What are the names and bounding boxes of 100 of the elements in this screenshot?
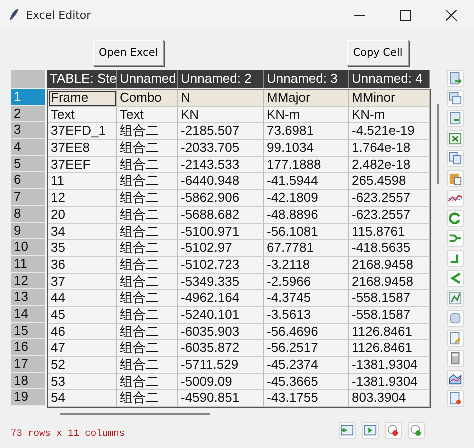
table-cell: -5711.529 (178, 357, 264, 374)
table-cell: 1126.8461 (349, 340, 430, 357)
table-cell: 67.7781 (264, 240, 349, 257)
table-cell: 2.482e-18 (349, 156, 430, 174)
row-index[interactable]: 19 (11, 389, 45, 406)
table-cell: -558.1587 (349, 306, 430, 324)
table-cell: -56.2517 (264, 340, 349, 357)
row-index[interactable]: 8 (11, 206, 45, 222)
table-cell: -5688.682 (178, 206, 264, 224)
table-cell: 47 (48, 340, 117, 357)
table-cell: -4.521e-19 (349, 123, 430, 140)
table-cell: -3.2118 (264, 256, 349, 274)
row-index[interactable]: 17 (11, 356, 45, 373)
table-cell: 组合二 (117, 256, 178, 274)
row-index[interactable]: 2 (11, 106, 45, 122)
row-index[interactable]: 13 (11, 289, 45, 306)
table-cell: 34 (48, 224, 117, 240)
open-excel-button[interactable]: Open Excel (93, 40, 164, 66)
table-cell: 177.1888 (264, 156, 349, 174)
column-header[interactable]: Unnamed: 4 (349, 70, 430, 88)
table-cell: 36 (48, 256, 117, 274)
row-index[interactable]: 12 (11, 272, 45, 290)
table-cell: -5100.971 (178, 224, 264, 240)
table-cell: -5240.101 (178, 306, 264, 324)
row-index[interactable]: 10 (11, 239, 45, 256)
table-cell: 73.6981 (264, 123, 349, 140)
row-index[interactable]: 7 (11, 189, 45, 206)
table-cell: 11 (48, 173, 117, 190)
table-cell: -5862.906 (178, 190, 264, 207)
table-cell: 37EE8 (48, 140, 117, 157)
table-cell: -1381.9304 (349, 374, 430, 390)
table-cell: -558.1587 (349, 290, 430, 307)
table-cell: 组合二 (117, 374, 178, 390)
table-cell: -418.5635 (349, 240, 430, 257)
table-cell: Combo (117, 90, 178, 107)
table-cell: MMajor (264, 90, 349, 107)
row-index[interactable]: 9 (11, 222, 45, 240)
table-cell: -5009.09 (178, 374, 264, 390)
table-cell: Text (117, 106, 178, 124)
table-cell: 组合二 (117, 274, 178, 290)
row-index[interactable]: 16 (11, 339, 45, 356)
table-cell: 组合二 (117, 290, 178, 307)
table-cell: -2.5966 (264, 274, 349, 290)
table-cell: MMinor (349, 90, 430, 107)
table-cell: 1.764e-18 (349, 140, 430, 157)
table-cell: 组合二 (117, 123, 178, 140)
table-cell: 组合二 (117, 140, 178, 157)
table-cell: 2168.9458 (349, 274, 430, 290)
table-cell: 53 (48, 374, 117, 390)
row-index[interactable]: 14 (11, 306, 45, 323)
table-cell: 组合二 (117, 206, 178, 224)
table-cell: 37EFD_1 (48, 123, 117, 140)
table-cell: 20 (48, 206, 117, 224)
table-cell: -6035.903 (178, 324, 264, 340)
table-cell: 组合二 (117, 340, 178, 357)
table-cell: -623.2557 (349, 206, 430, 224)
column-header[interactable]: Unnamed: (117, 70, 178, 88)
table-cell: Text (48, 106, 117, 124)
table-cell: -1381.9304 (349, 357, 430, 374)
table-cell: N (178, 90, 264, 107)
table-cell: -48.8896 (264, 206, 349, 224)
table-cell: 265.4598 (349, 173, 430, 190)
table-cell: -5349.335 (178, 274, 264, 290)
row-index[interactable]: 18 (11, 372, 45, 390)
table-cell: 组合二 (117, 224, 178, 240)
table-cell: -623.2557 (349, 190, 430, 207)
table-cell: 组合二 (117, 306, 178, 324)
table-cell: -3.5613 (264, 306, 349, 324)
table-cell: -45.2374 (264, 357, 349, 374)
copy-cell-button[interactable]: Copy Cell (347, 40, 409, 66)
table-cell: KN (178, 106, 264, 124)
table-cell: 组合二 (117, 173, 178, 190)
column-header[interactable]: TABLE: Ste (47, 70, 117, 88)
column-header[interactable]: Unnamed: 3 (264, 70, 349, 88)
row-index[interactable]: 5 (11, 156, 45, 172)
table-cell: -2185.507 (178, 123, 264, 140)
row-index[interactable]: 6 (11, 172, 45, 190)
table-cell: KN-m (264, 106, 349, 124)
row-index[interactable]: 15 (11, 322, 45, 340)
table-cell: -5102.97 (178, 240, 264, 257)
table-cell: -4962.164 (178, 290, 264, 307)
table-cell: 45 (48, 306, 117, 324)
row-index[interactable]: 11 (11, 256, 45, 273)
table-cell: 1126.8461 (349, 324, 430, 340)
table-cell: -4.3745 (264, 290, 349, 307)
table-cell: -6035.872 (178, 340, 264, 357)
table-cell: Frame (48, 90, 117, 107)
table-cell: -5102.723 (178, 256, 264, 274)
table-cell: 44 (48, 290, 117, 307)
column-header[interactable]: Unnamed: 2 (178, 70, 264, 88)
table-cell: 35 (48, 240, 117, 257)
table-cell: 组合二 (117, 390, 178, 408)
row-index[interactable]: 4 (11, 139, 45, 156)
row-index[interactable]: 1 (11, 89, 45, 106)
row-index[interactable]: 3 (11, 122, 45, 140)
table-cell: 组合二 (117, 156, 178, 174)
table-cell: -56.4696 (264, 324, 349, 340)
table-cell: 37 (48, 274, 117, 290)
table-cell: -2143.533 (178, 156, 264, 174)
table-cell: -2033.705 (178, 140, 264, 157)
